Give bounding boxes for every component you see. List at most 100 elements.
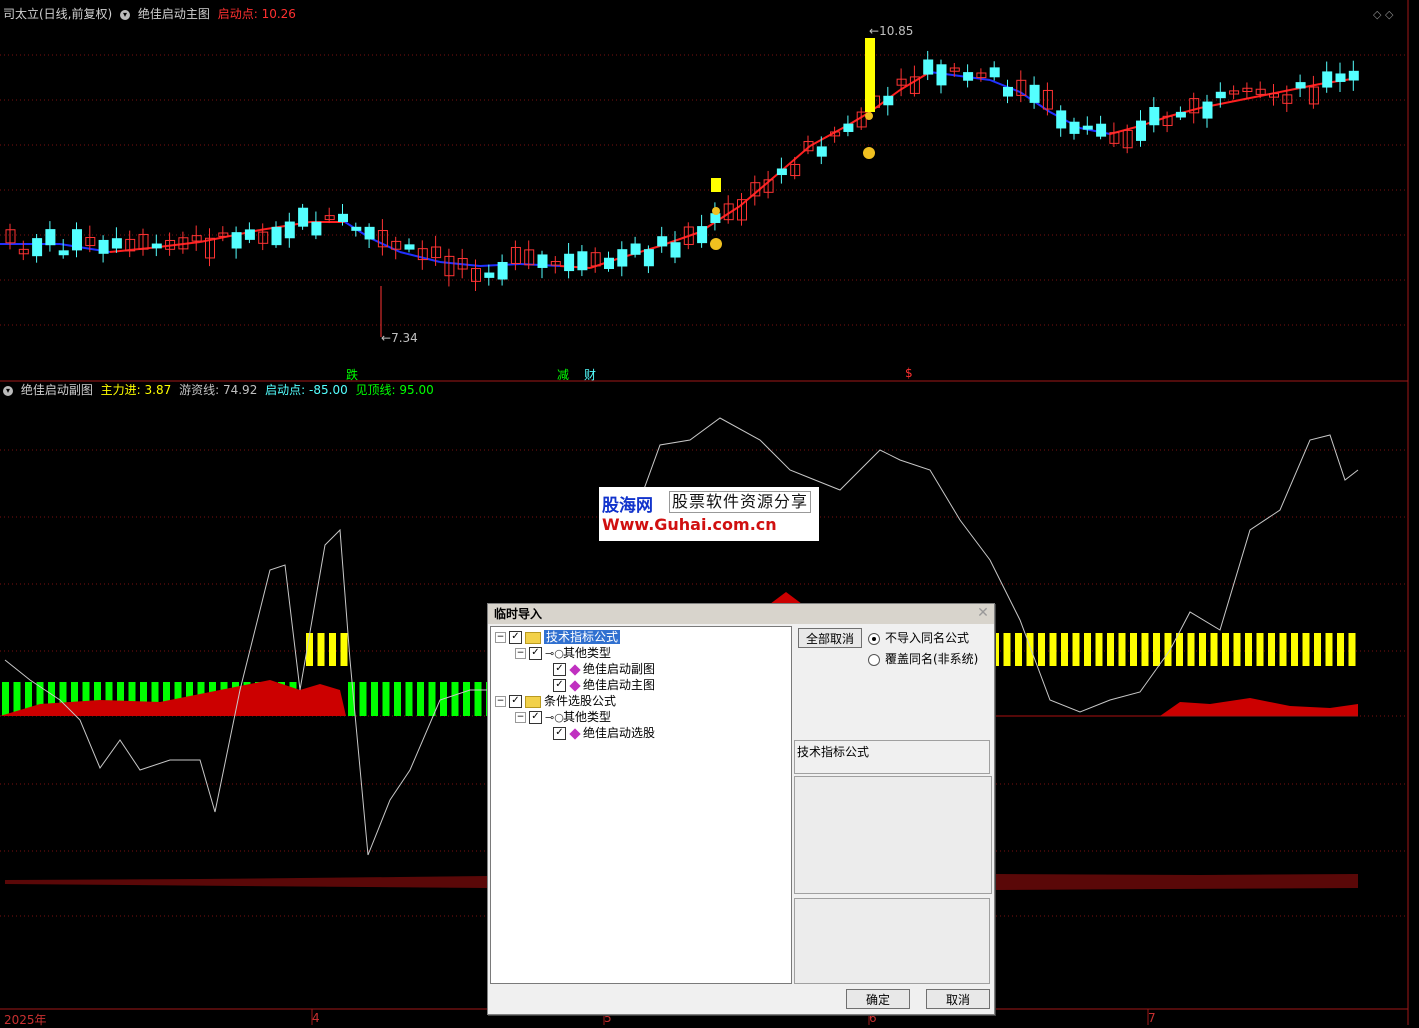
key-icon: ⊸○	[545, 710, 564, 724]
key-icon: ⊸○	[545, 646, 564, 660]
candle-body	[657, 236, 668, 247]
checkbox-icon[interactable]: ✓	[529, 647, 542, 660]
highlight-candle	[711, 178, 721, 192]
watermark-banner: 股海网 股票软件资源分享 Www.Guhai.com.cn	[599, 487, 819, 541]
launch-point-label: 启动点:	[217, 7, 258, 21]
main-force-area	[1160, 698, 1358, 716]
stock-name: 司太立(日线,前复权)	[3, 7, 113, 21]
signal-bar-yellow	[1279, 633, 1287, 666]
tree-node-main-chart[interactable]: ✓ 绝佳启动主图	[553, 677, 655, 693]
signal-bar-yellow	[1084, 633, 1091, 666]
candle-body	[298, 207, 309, 227]
folder-icon	[525, 695, 541, 708]
checkbox-icon[interactable]: ✓	[553, 663, 566, 676]
tree-node-label: 绝佳启动主图	[583, 678, 656, 692]
money-bag-icon	[863, 147, 875, 159]
x-axis-month-7: 7	[1148, 1011, 1156, 1025]
candle-body	[1322, 71, 1333, 88]
checkbox-icon[interactable]: ✓	[553, 679, 566, 692]
detail-pane[interactable]	[794, 898, 990, 984]
signal-bar-yellow	[1210, 633, 1218, 666]
tree-node-label: 绝佳启动选股	[583, 726, 656, 740]
top-line-label: 见顶线:	[355, 383, 396, 397]
main-in-value: 3.87	[144, 383, 172, 397]
candle-body	[351, 226, 362, 231]
dialog-title[interactable]: 临时导入	[488, 604, 994, 624]
ok-button[interactable]: 确定	[846, 989, 910, 1009]
formula-diamond-icon	[569, 663, 581, 676]
deselect-all-button[interactable]: 全部取消	[798, 628, 862, 648]
candle-body	[244, 229, 255, 240]
watermark-brand: 股海网	[602, 496, 653, 516]
candlestick-series	[5, 38, 1359, 337]
main-indicator-name[interactable]: 绝佳启动主图	[138, 7, 210, 21]
collapse-icon[interactable]: −	[515, 712, 526, 723]
tree-node-label: 绝佳启动副图	[583, 662, 656, 676]
formula-menu-icon[interactable]: ▾	[120, 9, 131, 20]
tree-node-sub-chart[interactable]: ✓ 绝佳启动副图	[553, 661, 655, 677]
sub-launch-value: -85.00	[309, 383, 348, 397]
candle-body	[111, 238, 122, 249]
tree-node-indicator-formulas[interactable]: − ✓ 技术指标公式	[495, 629, 621, 645]
window-diamond-icons[interactable]: ◇ ◇	[1373, 8, 1393, 21]
checkbox-icon[interactable]: ✓	[509, 631, 522, 644]
checkbox-icon[interactable]: ✓	[553, 727, 566, 740]
temp-import-dialog[interactable]: 临时导入 ✕ − ✓ 技术指标公式 − ✓ ⊸○其他类型 ✓ 绝佳启动副图 ✓ 绝佳启动主图…	[487, 603, 995, 1015]
signal-marker-fall: 跌	[346, 368, 359, 382]
formula-tree[interactable]: − ✓ 技术指标公式 − ✓ ⊸○其他类型 ✓ 绝佳启动副图 ✓ 绝佳启动主图 − ✓ 条件选股…	[490, 626, 792, 984]
ma-segment	[439, 261, 481, 267]
cancel-button[interactable]: 取消	[926, 989, 990, 1009]
candle-body	[1348, 70, 1359, 81]
signal-bar-yellow	[1003, 633, 1011, 666]
candle-body	[72, 229, 82, 251]
signal-bar-yellow	[1337, 633, 1344, 666]
butterfly-icon	[865, 112, 873, 120]
candle-body	[963, 72, 974, 81]
ma-segment	[399, 251, 441, 263]
candle-body	[311, 221, 322, 236]
collapse-icon[interactable]: −	[495, 632, 506, 643]
candle-body	[843, 123, 854, 132]
radio-no-import-duplicate[interactable]: 不导入同名公式	[868, 630, 969, 646]
watermark-url: Www.Guhai.com.cn	[602, 515, 777, 534]
signal-bar-green	[405, 682, 413, 716]
candle-body	[58, 250, 69, 256]
high-price-label: ←10.85	[869, 24, 914, 38]
collapse-icon[interactable]: −	[515, 648, 526, 659]
candle-body	[537, 254, 548, 268]
retail-value: 74.92	[222, 383, 258, 397]
signal-bar-yellow	[1061, 633, 1068, 666]
radio-unselected-icon[interactable]	[868, 653, 880, 666]
radio-overwrite-duplicate[interactable]: 覆盖同名(非系统)	[868, 651, 978, 667]
signal-bar-yellow	[1302, 633, 1310, 666]
radio-selected-icon[interactable]	[868, 632, 880, 645]
signal-bar-yellow	[1130, 633, 1137, 666]
signal-bar-yellow	[1268, 633, 1275, 666]
tree-node-other-type-2[interactable]: − ✓ ⊸○其他类型	[515, 709, 611, 725]
candle-body	[1003, 86, 1013, 97]
signal-marker-dollar: $	[905, 366, 913, 380]
tree-node-screener-formulas[interactable]: − ✓ 条件选股公式	[495, 693, 616, 709]
checkbox-icon[interactable]: ✓	[509, 695, 522, 708]
close-icon[interactable]: ✕	[976, 606, 990, 620]
preview-pane[interactable]	[794, 776, 992, 894]
sub-indicator-name[interactable]: 绝佳启动副图	[21, 383, 93, 397]
signal-bar-yellow	[1348, 633, 1356, 666]
signal-bar-yellow	[1187, 633, 1195, 666]
candle-body	[1295, 82, 1306, 89]
candle-body	[151, 243, 162, 249]
candle-body	[45, 229, 56, 246]
checkbox-icon[interactable]: ✓	[529, 711, 542, 724]
candle-body	[404, 244, 415, 250]
retail-band	[5, 876, 487, 888]
candle-body	[497, 261, 508, 280]
candle-body	[989, 67, 1000, 78]
low-price-label: ←7.34	[381, 331, 418, 345]
signal-bar-yellow	[1026, 633, 1034, 666]
collapse-icon[interactable]: −	[495, 696, 506, 707]
tree-node-other-type-1[interactable]: − ✓ ⊸○其他类型	[515, 645, 611, 661]
candle-body	[1056, 110, 1067, 129]
candle-body	[1215, 91, 1226, 99]
tree-node-screener[interactable]: ✓ 绝佳启动选股	[553, 725, 655, 741]
sub-formula-menu-icon[interactable]: ▾	[3, 385, 13, 396]
